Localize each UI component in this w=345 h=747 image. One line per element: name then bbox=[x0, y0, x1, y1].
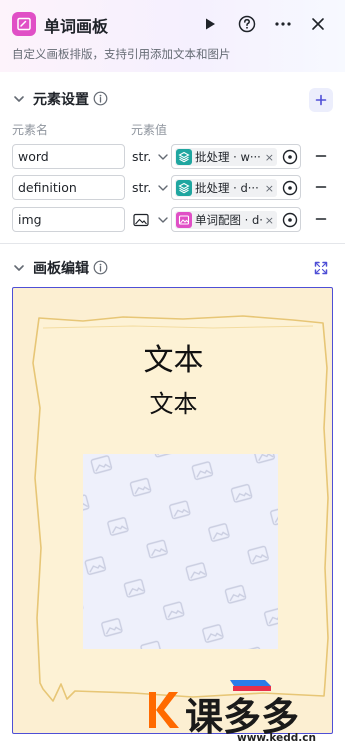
target-icon[interactable] bbox=[282, 212, 298, 228]
run-button[interactable] bbox=[198, 12, 222, 36]
elements-section-title: 元素设置 bbox=[33, 92, 89, 108]
element-name-input[interactable] bbox=[12, 175, 125, 200]
element-name-input[interactable] bbox=[12, 207, 125, 232]
column-header-name: 元素名 bbox=[12, 123, 49, 137]
batch-layers-icon bbox=[176, 180, 192, 196]
image-placeholder-pattern-icon bbox=[83, 454, 278, 649]
reference-tag: 批处理 · d··· × bbox=[175, 179, 277, 197]
element-row: str. 批处理 · w··· × bbox=[0, 144, 345, 170]
type-select[interactable]: str. bbox=[130, 175, 172, 200]
expand-icon[interactable] bbox=[314, 261, 328, 275]
add-element-button[interactable] bbox=[309, 88, 333, 112]
help-icon bbox=[238, 15, 256, 33]
board-canvas[interactable]: 文本 文本 bbox=[12, 287, 333, 734]
type-select-value: str. bbox=[132, 180, 152, 195]
board-text-definition[interactable]: 文本 bbox=[13, 384, 332, 419]
more-button[interactable] bbox=[271, 12, 295, 36]
more-icon bbox=[275, 22, 291, 26]
board-text-word[interactable]: 文本 bbox=[13, 335, 332, 379]
element-value-field[interactable]: 批处理 · w··· × bbox=[171, 144, 301, 169]
reference-tag: 单词配图 · d··· × bbox=[175, 211, 277, 229]
target-icon[interactable] bbox=[282, 180, 298, 196]
panel-title: 单词画板 bbox=[44, 17, 109, 36]
canvas-section-header: 画板编辑 bbox=[0, 254, 345, 282]
panel-subtitle: 自定义画板排版，支持引用添加文本和图片 bbox=[12, 47, 231, 61]
type-select[interactable]: str. bbox=[130, 144, 172, 169]
target-icon[interactable] bbox=[282, 149, 298, 165]
info-icon[interactable] bbox=[93, 260, 108, 275]
chevron-down-icon[interactable] bbox=[12, 92, 26, 106]
type-select[interactable] bbox=[130, 207, 172, 232]
element-row: str. 批处理 · d··· × bbox=[0, 175, 345, 201]
remove-reference-icon[interactable]: × bbox=[265, 214, 274, 227]
chevron-down-icon bbox=[158, 185, 168, 191]
remove-row-icon[interactable] bbox=[314, 149, 328, 163]
type-select-value: str. bbox=[132, 149, 152, 164]
reference-tag-label: 单词配图 · d··· bbox=[195, 213, 262, 227]
remove-row-icon[interactable] bbox=[314, 180, 328, 194]
remove-row-icon[interactable] bbox=[314, 212, 328, 226]
elements-section-header: 元素设置 bbox=[0, 85, 345, 113]
element-value-field[interactable]: 批处理 · d··· × bbox=[171, 175, 301, 200]
image-type-icon bbox=[133, 213, 149, 226]
help-button[interactable] bbox=[235, 12, 259, 36]
column-header-value: 元素值 bbox=[131, 123, 168, 137]
image-node-icon bbox=[176, 212, 192, 228]
reference-tag-label: 批处理 · d··· bbox=[195, 181, 259, 195]
chevron-down-icon bbox=[158, 154, 168, 160]
close-icon bbox=[312, 18, 324, 30]
element-row: 单词配图 · d··· × bbox=[0, 207, 345, 233]
batch-layers-icon bbox=[176, 149, 192, 165]
element-value-field[interactable]: 单词配图 · d··· × bbox=[171, 207, 301, 232]
canvas-section-title: 画板编辑 bbox=[33, 261, 89, 277]
play-icon bbox=[206, 18, 215, 30]
close-button[interactable] bbox=[306, 12, 330, 36]
panel-header: 单词画板 自定义画板排版，支持引用添加文本和图片 bbox=[0, 0, 345, 72]
remove-reference-icon[interactable]: × bbox=[265, 182, 274, 195]
section-divider bbox=[0, 243, 345, 244]
chevron-down-icon bbox=[158, 217, 168, 223]
reference-tag: 批处理 · w··· × bbox=[175, 148, 277, 166]
remove-reference-icon[interactable]: × bbox=[265, 151, 274, 164]
reference-tag-label: 批处理 · w··· bbox=[195, 150, 261, 164]
watermark-url: www.kedd.cn bbox=[237, 732, 316, 744]
info-icon[interactable] bbox=[93, 91, 108, 106]
board-app-icon bbox=[12, 12, 36, 36]
plus-icon bbox=[315, 94, 327, 106]
chevron-down-icon[interactable] bbox=[12, 261, 26, 275]
element-name-input[interactable] bbox=[12, 144, 125, 169]
board-image-placeholder[interactable] bbox=[83, 454, 278, 649]
